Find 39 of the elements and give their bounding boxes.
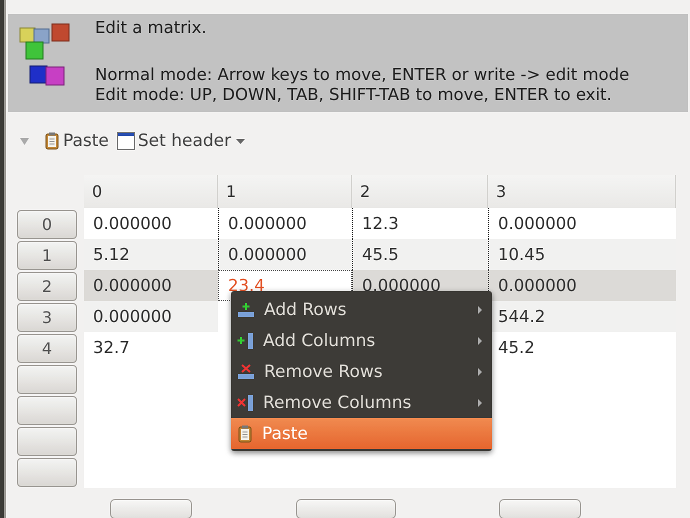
row-header-button[interactable] <box>17 458 77 487</box>
row-header-button[interactable] <box>17 396 77 425</box>
add-rows-icon <box>237 301 255 318</box>
row-header-button[interactable]: 1 <box>17 241 77 270</box>
dialog-button[interactable] <box>499 499 581 518</box>
instructions-title: Edit a matrix. <box>95 18 208 39</box>
dialog-button[interactable] <box>296 499 396 518</box>
set-header-button[interactable]: Set header <box>116 131 246 151</box>
remove-columns-icon <box>237 394 254 412</box>
table-cell: 10.45 <box>488 239 676 270</box>
collapse-arrow-icon[interactable] <box>19 136 30 146</box>
table-cell: 0.000000 <box>218 239 352 270</box>
table-cell: 0.000000 <box>84 270 218 301</box>
add-columns-icon <box>237 332 254 350</box>
instructions-text: Edit mode: UP, DOWN, TAB, SHIFT-TAB to move, ENTER to exit. <box>95 85 613 105</box>
table-cell: 0.000000 <box>84 301 218 332</box>
table-cell-text: 0.000000 <box>92 213 173 235</box>
row-header-button[interactable]: 3 <box>17 303 77 332</box>
paste-button[interactable]: Paste <box>44 131 109 151</box>
window-icon <box>116 132 135 150</box>
row-header-button[interactable]: 2 <box>17 272 77 301</box>
dialog-button[interactable] <box>110 499 192 518</box>
row-header-button[interactable] <box>17 427 77 456</box>
table-cell: 5.12 <box>84 239 218 270</box>
column-header[interactable]: 0 <box>84 175 218 208</box>
clipboard-icon <box>237 424 253 442</box>
table-cell: 45.5 <box>352 239 488 270</box>
table-cell-text: 32.7 <box>92 337 131 359</box>
instructions-text: Normal mode: Arrow keys to move, ENTER or write -> edit mode <box>95 65 630 85</box>
menu-item[interactable]: Remove Columns <box>231 387 492 418</box>
row-header-button[interactable] <box>17 365 77 394</box>
clipboard-icon <box>44 132 60 150</box>
column-header[interactable]: 1 <box>218 175 352 208</box>
column-header[interactable]: 2 <box>352 175 488 208</box>
row-header-button[interactable]: 0 <box>17 210 77 239</box>
row-header-button[interactable]: 4 <box>17 334 77 363</box>
remove-rows-icon <box>237 363 255 380</box>
column-header[interactable]: 3 <box>488 175 676 208</box>
table-cell: 0.000000 <box>488 270 676 301</box>
